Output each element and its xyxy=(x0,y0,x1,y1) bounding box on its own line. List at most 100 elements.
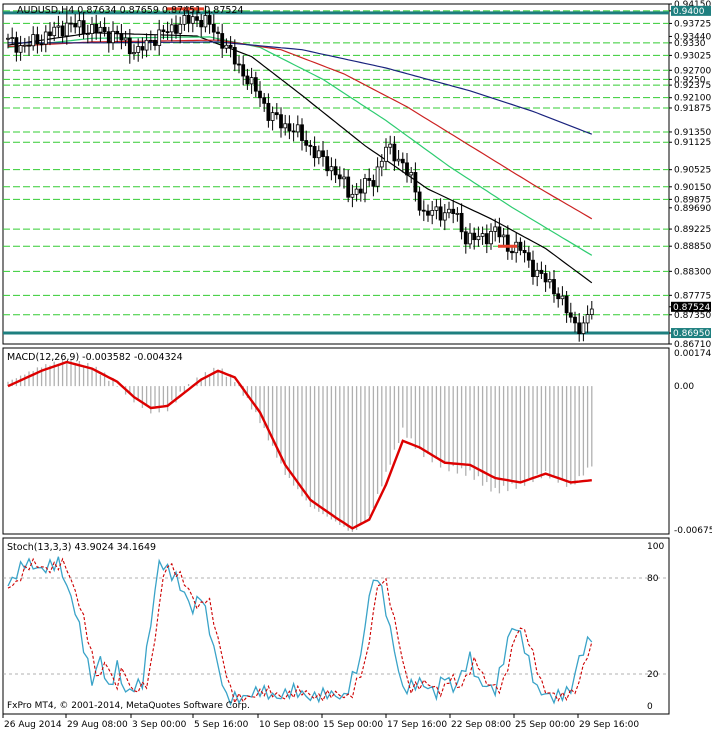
price-bar-body xyxy=(421,209,426,212)
price-axis-label: 0.89690 xyxy=(674,204,711,214)
time-axis-label: 17 Sep 16:00 xyxy=(387,720,447,730)
price-bar-body xyxy=(417,191,422,211)
price-bar-body xyxy=(375,166,380,187)
price-bar-body xyxy=(442,212,447,221)
price-bar-body xyxy=(35,34,40,45)
macd-panel-header: MACD(12,26,9) -0.003582 -0.004324 xyxy=(7,352,183,363)
price-bar-body xyxy=(216,31,220,34)
price-bar-body xyxy=(262,97,267,104)
price-axis-label: 0.89225 xyxy=(674,225,711,235)
price-bar-body xyxy=(14,37,19,53)
price-bar-body xyxy=(203,15,208,28)
price-bar-body xyxy=(18,45,23,53)
price-bar-body xyxy=(6,37,10,40)
macd-axis-label: 0.00 xyxy=(674,382,694,392)
price-bar-body xyxy=(350,193,355,198)
price-bar-body xyxy=(497,226,502,238)
price-bar-body xyxy=(358,188,363,194)
price-axis-label: 0.9330 xyxy=(674,39,706,49)
price-bar-body xyxy=(451,208,456,214)
price-bar-body xyxy=(77,20,82,28)
price-bar-body xyxy=(518,241,523,251)
price-bar-body xyxy=(346,176,351,198)
price-bar-body xyxy=(60,25,65,37)
price-axis-label: 0.87350 xyxy=(674,311,711,321)
price-bar-body xyxy=(228,44,233,48)
price-bar-body xyxy=(140,46,145,51)
stoch-axis-label: 20 xyxy=(647,670,659,680)
price-bar-body xyxy=(211,23,216,33)
copyright-text: FxPro MT4, © 2001-2014, MetaQuotes Softw… xyxy=(7,701,250,711)
price-bar-body xyxy=(136,46,141,53)
price-bar-body xyxy=(430,210,435,216)
time-axis-label: 10 Sep 08:00 xyxy=(259,720,319,730)
price-bar-body xyxy=(409,172,414,176)
price-bar-body xyxy=(329,166,334,172)
price-bar-body xyxy=(123,37,128,41)
price-bar-body xyxy=(157,29,162,46)
price-bar-body xyxy=(270,112,275,121)
price-bar-body xyxy=(337,174,342,180)
price-bar-body xyxy=(400,158,405,164)
price-bar-body xyxy=(522,250,527,254)
price-bar-body xyxy=(94,23,99,33)
price-bar-body xyxy=(291,130,296,133)
price-bar-body xyxy=(245,75,250,85)
time-axis-label: 15 Sep 00:00 xyxy=(323,720,383,730)
time-axis-label: 29 Sep 16:00 xyxy=(579,720,639,730)
macd-axis-label: 0.001741 xyxy=(674,349,712,359)
price-bar-body xyxy=(148,39,153,42)
time-axis-label: 22 Sep 08:00 xyxy=(451,720,511,730)
price-bar-body xyxy=(304,140,309,146)
price-bar-body xyxy=(510,250,514,254)
price-bar-body xyxy=(52,26,57,37)
price-bar-body xyxy=(459,212,464,233)
price-bar-body xyxy=(405,162,409,176)
price-bar-body xyxy=(153,39,157,46)
price-bar-body xyxy=(480,233,485,237)
price-bar-body xyxy=(371,180,376,187)
price-bar-body xyxy=(10,37,15,40)
stoch-axis-label: 100 xyxy=(647,542,664,552)
price-bar-body xyxy=(119,33,124,41)
price-bar-body xyxy=(547,279,552,283)
price-bar-body xyxy=(585,314,590,324)
price-bar-body xyxy=(283,123,288,129)
price-bar-body xyxy=(455,212,460,215)
price-bar-body xyxy=(354,188,359,195)
price-bar-body xyxy=(106,31,111,44)
price-bar-body xyxy=(274,112,279,116)
time-axis-label: 5 Sep 16:00 xyxy=(194,720,249,730)
stoch-axis-label: 0 xyxy=(647,702,653,712)
price-axis-label: 0.92375 xyxy=(674,81,711,91)
price-bar-body xyxy=(493,226,498,232)
price-bar-body xyxy=(325,156,330,172)
price-bar-body xyxy=(505,234,510,252)
price-bar-body xyxy=(31,34,36,47)
price-bar-body xyxy=(447,208,451,214)
price-axis-label: 0.92100 xyxy=(674,94,711,104)
stoch-panel-header: Stoch(13,3,3) 43.9024 34.1649 xyxy=(7,542,156,553)
price-bar-body xyxy=(539,269,544,274)
price-bar-body xyxy=(308,144,313,147)
price-bar-body xyxy=(27,44,31,47)
price-bar-body xyxy=(379,160,384,168)
price-bar-body xyxy=(69,22,73,25)
price-bar-body xyxy=(144,39,149,51)
time-axis-label: 26 Aug 2014 xyxy=(4,720,62,730)
price-bar-body xyxy=(501,234,506,238)
price-bar-body xyxy=(22,44,27,47)
price-axis-label: 0.88300 xyxy=(674,267,711,277)
price-bar-body xyxy=(564,295,569,314)
price-bar-body xyxy=(207,15,212,25)
price-bar-body xyxy=(195,16,199,21)
price-bar-body xyxy=(165,31,170,34)
price-bar-body xyxy=(363,178,367,194)
price-bar-body xyxy=(111,30,115,44)
price-bar-body xyxy=(321,150,325,157)
price-bar-body xyxy=(56,25,61,28)
price-bar-body xyxy=(249,77,254,85)
price-bar-body xyxy=(463,231,468,245)
price-bar-body xyxy=(253,77,258,92)
price-bar-body xyxy=(232,47,237,65)
